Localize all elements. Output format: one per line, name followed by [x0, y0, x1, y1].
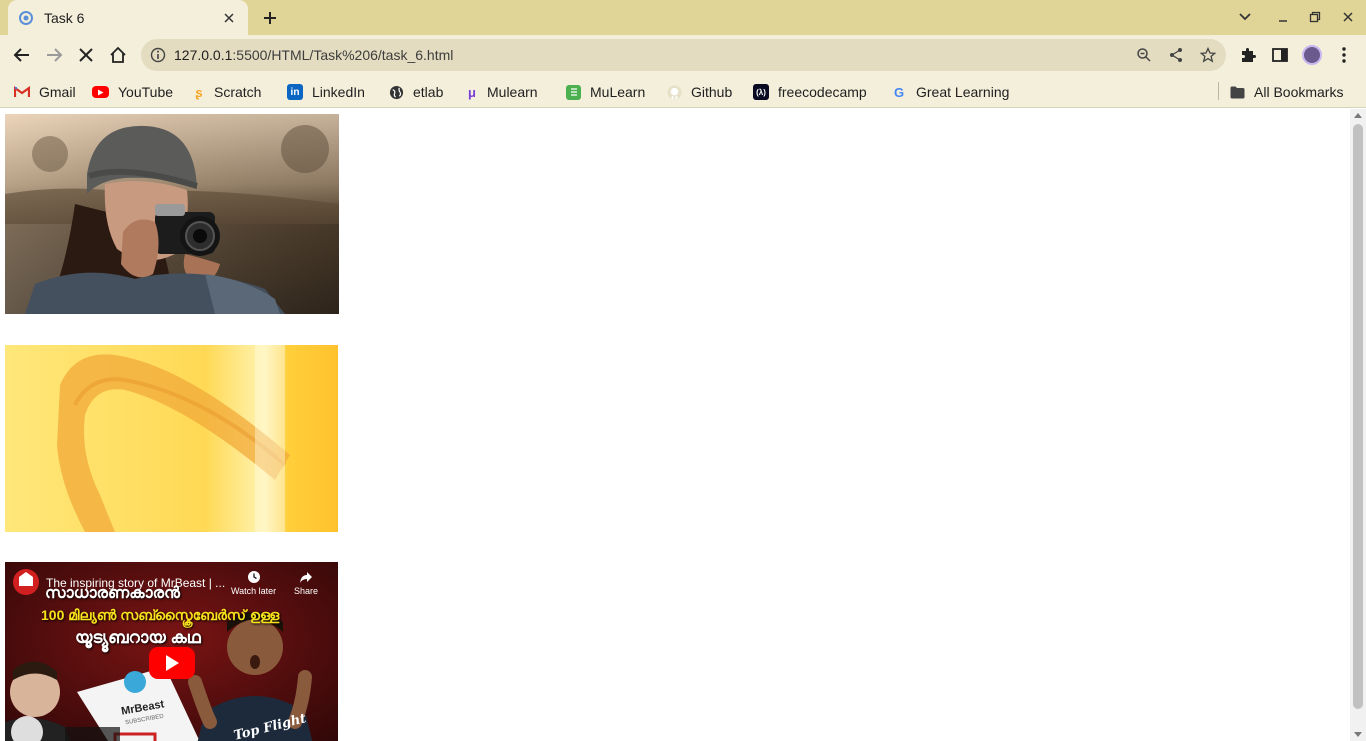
loading-favicon-icon — [18, 10, 34, 26]
address-bar[interactable]: 127.0.0.1:5500/HTML/Task%206/task_6.html — [141, 39, 1226, 71]
all-bookmarks-folder[interactable]: All Bookmarks — [1229, 81, 1343, 103]
mulearn-icon: μ — [468, 84, 476, 100]
back-button[interactable] — [8, 41, 36, 69]
close-tab-icon[interactable] — [220, 9, 238, 27]
clock-icon — [247, 571, 260, 583]
forward-arrow-icon — [47, 48, 63, 62]
page-viewport: The inspiring story of MrBeast | ... സാധ… — [0, 109, 1350, 741]
forward-button[interactable] — [40, 41, 68, 69]
stop-loading-button[interactable] — [72, 41, 100, 69]
thumbnail-text-line-2: 100 മില്യൺ സബ്സ്ക്രൈബേർസ് ഉള്ള — [41, 607, 280, 623]
side-panel-icon[interactable] — [1268, 43, 1292, 67]
zoom-icon[interactable] — [1134, 45, 1154, 65]
tab-title: Task 6 — [44, 9, 85, 26]
browser-toolbar: 127.0.0.1:5500/HTML/Task%206/task_6.html — [0, 35, 1366, 75]
tab-search-chevron-down-icon[interactable] — [1231, 5, 1259, 29]
github-icon — [666, 84, 682, 100]
profile-avatar[interactable] — [1300, 43, 1324, 67]
kebab-menu-icon[interactable] — [1332, 43, 1356, 67]
new-tab-button[interactable] — [258, 6, 282, 30]
bookmark-great-learning[interactable]: G Great Learning — [891, 81, 1009, 103]
yellow-abstract-image — [5, 345, 338, 532]
thumbnail-text-line-3: യൂട്യൂബറായ കഥ — [75, 628, 201, 647]
close-window-icon[interactable] — [1334, 5, 1362, 29]
site-info-icon[interactable] — [149, 46, 167, 64]
bookmarks-divider — [1218, 82, 1219, 100]
thumbnail-text-line-1: സാധാരണകാരൻ — [45, 585, 180, 602]
extensions-puzzle-icon[interactable] — [1236, 43, 1260, 67]
linkedin-icon: in — [287, 84, 303, 100]
watch-later-button[interactable]: Watch later — [231, 570, 276, 596]
embedded-youtube-video[interactable]: The inspiring story of MrBeast | ... സാധ… — [5, 562, 338, 741]
scroll-up-arrow-icon[interactable] — [1354, 113, 1362, 118]
photographer-image — [5, 114, 339, 314]
bookmark-mulearn[interactable]: μ Mulearn — [466, 81, 538, 103]
scrollbar-thumb[interactable] — [1353, 124, 1363, 709]
google-icon: G — [893, 84, 905, 100]
bookmark-etlab[interactable]: etlab — [388, 81, 443, 103]
share-icon[interactable] — [1166, 45, 1186, 65]
share-video-button[interactable]: Share — [294, 570, 318, 596]
folder-icon — [1229, 84, 1245, 100]
bookmark-star-icon[interactable] — [1198, 45, 1218, 65]
home-button[interactable] — [104, 41, 132, 69]
bookmark-linkedin[interactable]: in LinkedIn — [287, 81, 365, 103]
youtube-icon — [92, 86, 109, 98]
mulearn-green-icon — [566, 84, 581, 100]
scratch-icon: ʂ — [195, 84, 203, 100]
back-arrow-icon — [13, 48, 29, 62]
page-scrollbar[interactable] — [1350, 109, 1366, 741]
avatar — [1302, 45, 1322, 65]
bookmark-scratch[interactable]: ʂ Scratch — [193, 81, 261, 103]
tab-task-6[interactable]: Task 6 — [8, 0, 248, 35]
bookmark-gmail[interactable]: Gmail — [14, 81, 76, 103]
bookmarks-bar: Gmail YouTube ʂ Scratch in LinkedIn etla… — [0, 75, 1366, 108]
bookmark-mulearn-2[interactable]: MuLearn — [566, 81, 645, 103]
freecodecamp-icon: (λ) — [753, 84, 769, 100]
globe-icon — [388, 84, 404, 100]
scroll-down-arrow-icon[interactable] — [1354, 732, 1362, 737]
bookmark-github[interactable]: Github — [666, 81, 732, 103]
minimize-window-icon[interactable] — [1269, 5, 1297, 29]
home-icon — [110, 46, 126, 63]
url-text[interactable]: 127.0.0.1:5500/HTML/Task%206/task_6.html — [174, 47, 453, 63]
share-arrow-icon — [300, 572, 313, 583]
bookmark-youtube[interactable]: YouTube — [92, 81, 173, 103]
bookmark-freecodecamp[interactable]: (λ) freecodecamp — [753, 81, 867, 103]
stop-x-icon — [79, 48, 93, 62]
tab-strip: Task 6 — [0, 0, 1366, 35]
gmail-icon — [14, 84, 30, 100]
restore-window-icon[interactable] — [1301, 5, 1329, 29]
